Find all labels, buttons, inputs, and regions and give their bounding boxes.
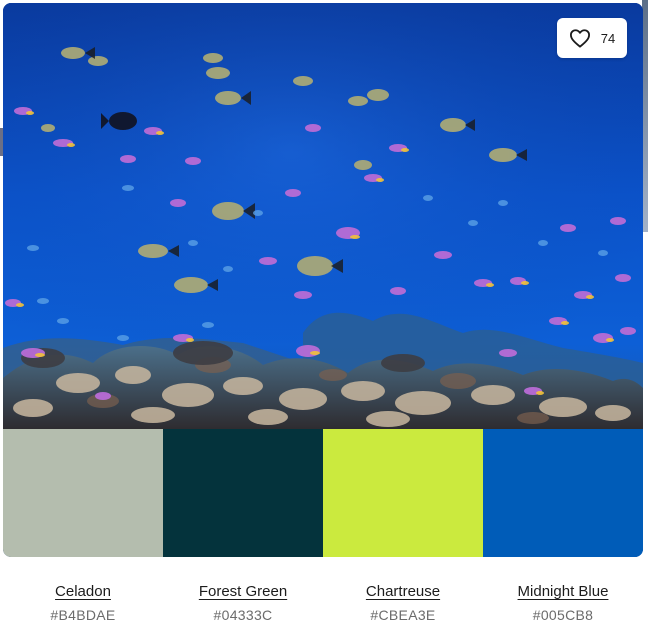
swatch-midnight-blue[interactable]: [483, 429, 643, 557]
color-label-forest-green: Forest Green #04333C: [163, 582, 323, 625]
palette-page: 74 Celadon #B4BDAE Forest Green #04333C …: [0, 0, 648, 628]
reef-photo: [3, 3, 643, 429]
swatch-row: [3, 429, 643, 557]
color-name-link[interactable]: Chartreuse: [366, 582, 440, 602]
swatch-celadon[interactable]: [3, 429, 163, 557]
swatch-chartreuse[interactable]: [323, 429, 483, 557]
like-button[interactable]: 74: [557, 18, 627, 58]
color-hex-code: #CBEA3E: [370, 607, 436, 623]
swatch-forest-green[interactable]: [163, 429, 323, 557]
heart-outline-icon: [569, 29, 590, 48]
color-name-link[interactable]: Midnight Blue: [518, 582, 609, 602]
color-hex-code: #B4BDAE: [50, 607, 116, 623]
color-label-celadon: Celadon #B4BDAE: [3, 582, 163, 625]
like-count: 74: [600, 30, 616, 46]
color-hex-code: #005CB8: [532, 607, 594, 623]
color-hex-code: #04333C: [213, 607, 273, 623]
color-name-link[interactable]: Celadon: [55, 582, 111, 602]
color-name-link[interactable]: Forest Green: [199, 582, 287, 602]
color-label-midnight-blue: Midnight Blue #005CB8: [483, 582, 643, 625]
color-labels: Celadon #B4BDAE Forest Green #04333C Cha…: [3, 582, 643, 625]
color-label-chartreuse: Chartreuse #CBEA3E: [323, 582, 483, 625]
palette-card: 74: [3, 3, 643, 557]
